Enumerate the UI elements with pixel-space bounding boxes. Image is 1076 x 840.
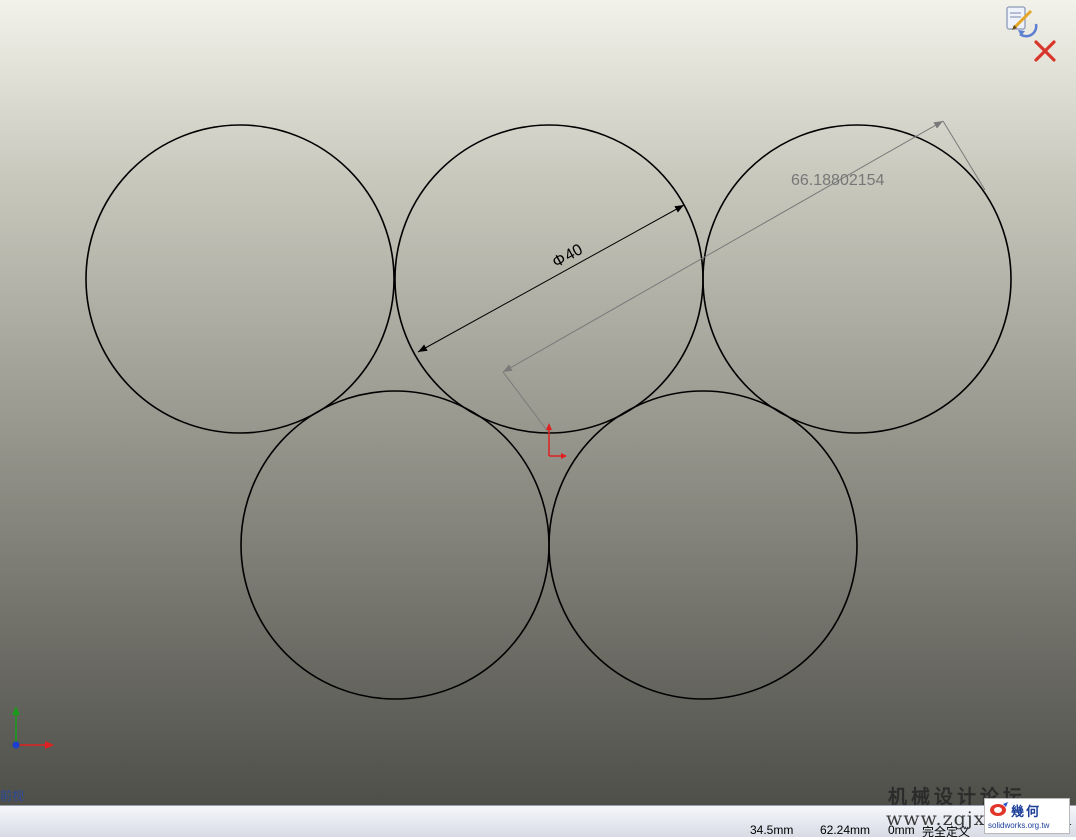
reference-dimension-value[interactable]: 66.18802154 <box>791 172 885 189</box>
status-y-coordinate: 62.24mm <box>820 823 871 837</box>
sketch-canvas[interactable]: Φ 40 66.18802154 <box>0 0 1076 805</box>
view-orientation-label: 前视 <box>0 789 25 803</box>
diameter-dimension-line[interactable] <box>417 204 685 353</box>
sketch-circle-bottom-right[interactable] <box>548 390 858 700</box>
view-triad-icon[interactable] <box>12 706 54 749</box>
close-sketch-icon[interactable] <box>1032 38 1058 64</box>
sketch-circle-bottom-left[interactable] <box>240 390 550 700</box>
sketch-origin-icon <box>546 423 567 459</box>
watermark-logo: 幾何 solidworks.org.tw <box>984 798 1070 834</box>
graphics-viewport[interactable]: Φ 40 66.18802154 前视 机械设计论坛 <box>0 0 1076 805</box>
logo-mark-icon <box>990 802 1008 816</box>
logo-url: solidworks.org.tw <box>988 821 1050 830</box>
sketch-circle-top-center[interactable] <box>394 124 704 434</box>
diameter-dimension-label[interactable]: Φ 40 <box>550 241 586 271</box>
sketch-confirm-corner-icon[interactable] <box>1004 4 1040 40</box>
sketch-circle-top-left[interactable] <box>85 124 395 434</box>
reference-extension-line-start <box>502 371 550 434</box>
status-x-coordinate: 34.5mm <box>750 823 794 837</box>
logo-text: 幾何 <box>1011 804 1042 819</box>
